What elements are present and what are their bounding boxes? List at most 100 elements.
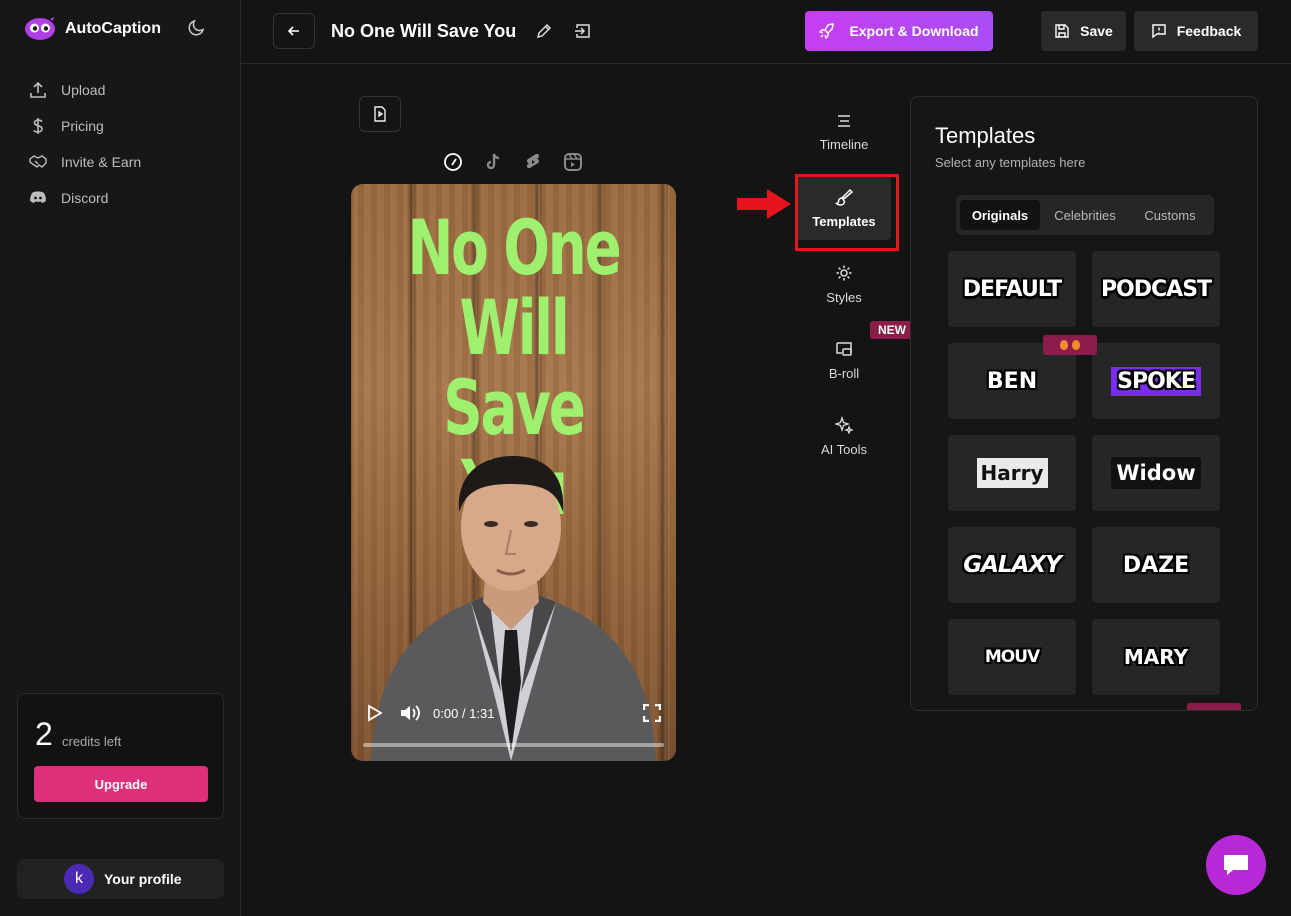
header: No One Will Save You Export & Download S… xyxy=(241,0,1291,64)
video-file-icon xyxy=(374,106,386,122)
chat-icon xyxy=(1224,855,1248,875)
template-label: DAZE xyxy=(1122,552,1190,578)
panel-title: Templates xyxy=(935,123,1036,148)
compass-icon[interactable] xyxy=(442,151,464,173)
project-title: No One Will Save You xyxy=(331,21,517,41)
save-label: Save xyxy=(1080,23,1113,39)
fullscreen-icon[interactable] xyxy=(643,704,661,722)
template-label: Widow xyxy=(1111,457,1201,489)
red-arrow-annotation xyxy=(737,189,791,219)
tab-customs[interactable]: Customs xyxy=(1130,200,1210,230)
profile-label: Your profile xyxy=(104,871,182,887)
panel-subtitle: Select any templates here xyxy=(935,155,1086,170)
sidebar-nav: Upload Pricing Invite & Earn Discord xyxy=(28,72,141,216)
feedback-button[interactable]: Feedback xyxy=(1134,11,1258,51)
move-project-icon[interactable] xyxy=(574,22,592,40)
tool-label: AI Tools xyxy=(820,441,867,457)
template-label: MARY xyxy=(1123,645,1189,669)
export-download-button[interactable]: Export & Download xyxy=(805,11,993,51)
template-widow[interactable]: Widow xyxy=(1092,435,1220,511)
autocaption-logo-icon xyxy=(25,17,55,40)
upload-icon xyxy=(30,81,46,98)
player-controls: 0:00 / 1:31 xyxy=(365,702,665,724)
tab-originals[interactable]: Originals xyxy=(960,200,1040,230)
profile-button[interactable]: k Your profile xyxy=(17,859,224,899)
tiktok-icon[interactable] xyxy=(482,151,504,173)
template-mary[interactable]: MARY xyxy=(1092,619,1220,695)
moon-icon[interactable] xyxy=(186,18,206,38)
template-label: BEN xyxy=(986,368,1038,394)
sidebar: AutoCaption Upload Pricing Invite & Earn… xyxy=(0,0,241,916)
instagram-reels-icon[interactable] xyxy=(562,151,584,173)
export-label: Export & Download xyxy=(849,23,979,39)
rocket-icon xyxy=(819,23,835,39)
youtube-shorts-icon[interactable] xyxy=(522,151,544,173)
tab-celebrities[interactable]: Celebrities xyxy=(1044,200,1126,230)
fire-badge xyxy=(1043,335,1097,355)
dollar-icon xyxy=(33,118,43,134)
feedback-label: Feedback xyxy=(1176,23,1242,39)
sidebar-item-label: Upload xyxy=(61,82,106,98)
template-harry[interactable]: Harry xyxy=(948,435,1076,511)
tool-label: Styles xyxy=(826,289,862,305)
new-badge: NEW xyxy=(870,321,914,339)
avatar: k xyxy=(64,864,94,894)
template-label: GALAXY xyxy=(963,552,1062,578)
sidebar-item-discord[interactable]: Discord xyxy=(28,180,141,216)
fire-icon xyxy=(1060,340,1068,350)
template-label: DEFAULT xyxy=(962,276,1062,302)
tool-label: Timeline xyxy=(819,136,869,152)
credits-label: credits left xyxy=(62,734,122,749)
template-galaxy[interactable]: GALAXY xyxy=(948,527,1076,603)
chat-support-button[interactable] xyxy=(1206,835,1266,895)
upgrade-button[interactable]: Upgrade xyxy=(34,766,208,802)
broll-icon xyxy=(836,341,852,356)
fire-icon xyxy=(1072,340,1080,350)
play-icon[interactable] xyxy=(365,704,383,722)
template-spoke[interactable]: SPOKE xyxy=(1092,343,1220,419)
playback-time: 0:00 / 1:31 xyxy=(433,705,495,721)
template-tabs: Originals Celebrities Customs xyxy=(956,195,1214,235)
credits-count: 2 xyxy=(35,716,53,752)
sparkles-icon xyxy=(835,415,853,434)
handshake-icon xyxy=(29,155,47,168)
progress-bar[interactable] xyxy=(363,743,664,747)
tool-timeline[interactable]: Timeline xyxy=(797,100,891,164)
video-preview[interactable]: No One Will Save You 0:00 / 1:31 xyxy=(351,184,676,761)
template-daze[interactable]: DAZE xyxy=(1092,527,1220,603)
template-mouv[interactable]: MOUV xyxy=(948,619,1076,695)
floppy-icon xyxy=(1055,24,1069,38)
discord-icon xyxy=(30,191,46,203)
template-label: MOUV xyxy=(984,647,1040,667)
sidebar-item-upload[interactable]: Upload xyxy=(28,72,141,108)
file-button[interactable] xyxy=(359,96,401,132)
sidebar-item-label: Pricing xyxy=(61,118,104,134)
template-default[interactable]: DEFAULT xyxy=(948,251,1076,327)
sidebar-item-label: Discord xyxy=(61,190,109,206)
caption-line: No One xyxy=(407,203,621,292)
back-button[interactable] xyxy=(273,13,315,49)
template-label: Harry xyxy=(976,458,1048,488)
templates-highlight-annotation xyxy=(795,174,899,251)
sidebar-item-pricing[interactable]: Pricing xyxy=(28,108,141,144)
volume-icon[interactable] xyxy=(399,704,421,722)
template-label: PODCAST xyxy=(1100,276,1212,302)
pencil-icon[interactable] xyxy=(535,22,553,40)
template-podcast[interactable]: PODCAST xyxy=(1092,251,1220,327)
brand[interactable]: AutoCaption xyxy=(24,16,161,42)
credits-card: 2 credits left Upgrade xyxy=(17,693,224,819)
fire-badge xyxy=(1187,703,1241,710)
sidebar-item-invite[interactable]: Invite & Earn xyxy=(28,144,141,180)
tool-styles[interactable]: Styles xyxy=(797,252,891,316)
templates-panel: Templates Select any templates here Orig… xyxy=(910,96,1258,711)
gear-icon xyxy=(836,265,852,280)
feedback-icon xyxy=(1152,24,1166,39)
tool-label: B-roll xyxy=(828,365,860,381)
save-button[interactable]: Save xyxy=(1041,11,1126,51)
timeline-icon xyxy=(838,114,850,127)
arrow-left-icon xyxy=(287,26,299,36)
caption-line: Will Save xyxy=(443,283,586,452)
platform-selector xyxy=(442,151,584,173)
app-name: AutoCaption xyxy=(65,20,161,37)
tool-ai-tools[interactable]: AI Tools xyxy=(797,404,891,468)
